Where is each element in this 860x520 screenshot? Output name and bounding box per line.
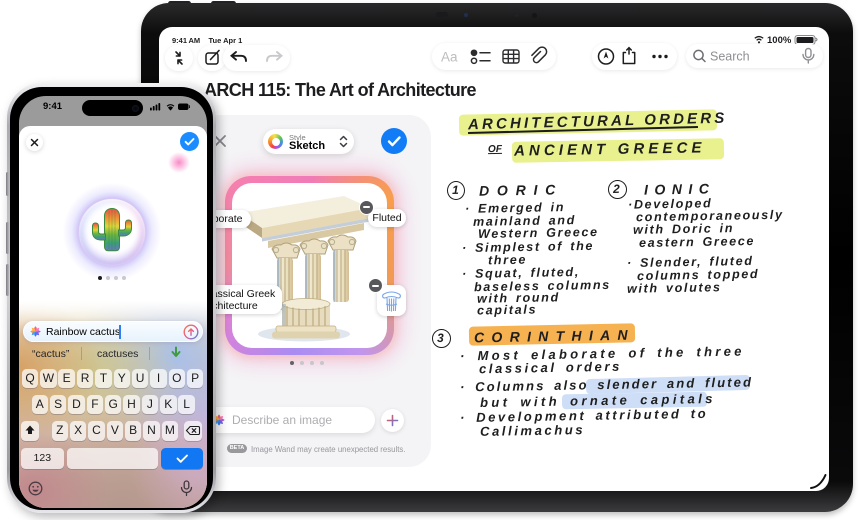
svg-text:Search: Search: [710, 50, 750, 64]
svg-text:Aa: Aa: [441, 50, 458, 65]
